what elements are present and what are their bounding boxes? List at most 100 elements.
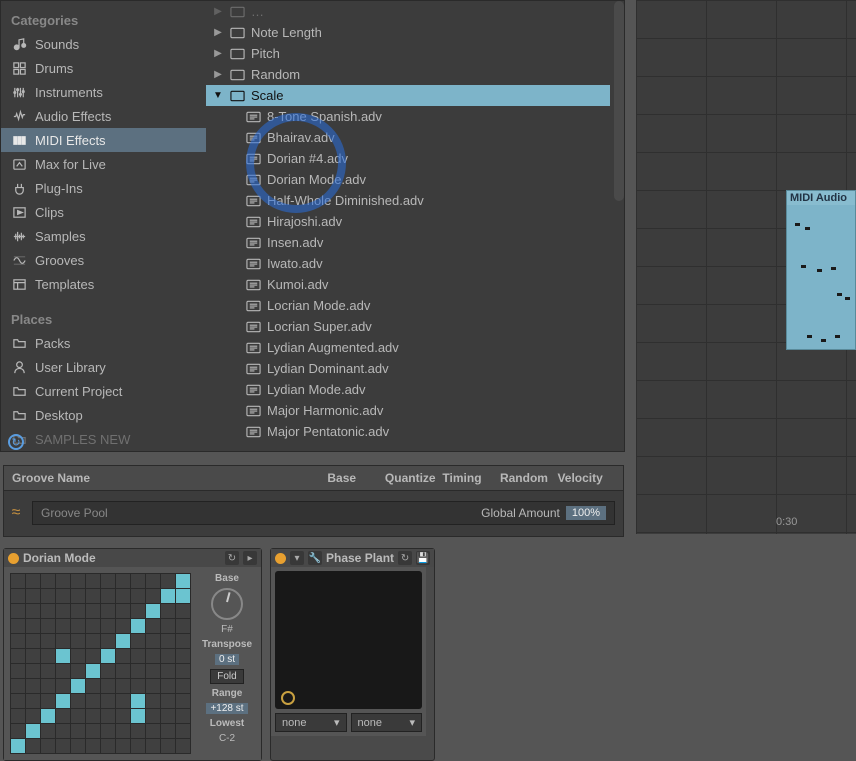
sidebar-item-midi-effects[interactable]: MIDI Effects xyxy=(1,128,206,152)
scale-cell[interactable] xyxy=(11,634,25,648)
scale-cell[interactable] xyxy=(101,574,115,588)
scale-cell[interactable] xyxy=(116,694,130,708)
scale-cell[interactable] xyxy=(71,589,85,603)
sidebar-item-plug-ins[interactable]: Plug-Ins xyxy=(1,176,206,200)
preset-row[interactable]: Lydian Mode.adv xyxy=(206,379,610,400)
scale-cell[interactable] xyxy=(26,574,40,588)
disclosure-triangle-icon[interactable]: ▼ xyxy=(212,90,224,101)
scale-cell[interactable] xyxy=(116,679,130,693)
scale-cell[interactable] xyxy=(176,649,190,663)
scale-cell[interactable] xyxy=(101,664,115,678)
scale-cell[interactable] xyxy=(146,739,160,753)
scale-grid[interactable] xyxy=(10,573,191,754)
scale-cell[interactable] xyxy=(26,619,40,633)
scale-cell[interactable] xyxy=(161,694,175,708)
scale-cell[interactable] xyxy=(176,724,190,738)
scale-cell[interactable] xyxy=(116,589,130,603)
scale-cell[interactable] xyxy=(101,649,115,663)
scale-cell[interactable] xyxy=(56,649,70,663)
preset-row[interactable]: Lydian Dominant.adv xyxy=(206,358,610,379)
scale-cell[interactable] xyxy=(86,574,100,588)
scale-cell[interactable] xyxy=(11,619,25,633)
scale-cell[interactable] xyxy=(71,574,85,588)
scale-cell[interactable] xyxy=(146,679,160,693)
scale-cell[interactable] xyxy=(56,679,70,693)
scale-cell[interactable] xyxy=(86,679,100,693)
preset-row[interactable]: Iwato.adv xyxy=(206,253,610,274)
sidebar-item-grooves[interactable]: Grooves xyxy=(1,248,206,272)
scale-cell[interactable] xyxy=(86,589,100,603)
scale-cell[interactable] xyxy=(176,679,190,693)
scale-cell[interactable] xyxy=(101,634,115,648)
scale-cell[interactable] xyxy=(41,619,55,633)
place-item-desktop[interactable]: Desktop xyxy=(1,403,206,427)
scale-cell[interactable] xyxy=(71,664,85,678)
scale-cell[interactable] xyxy=(161,739,175,753)
scale-cell[interactable] xyxy=(71,604,85,618)
scale-cell[interactable] xyxy=(161,604,175,618)
scale-cell[interactable] xyxy=(101,724,115,738)
scale-cell[interactable] xyxy=(26,589,40,603)
sidebar-item-instruments[interactable]: Instruments xyxy=(1,80,206,104)
scale-cell[interactable] xyxy=(131,709,145,723)
preset-row[interactable]: Bhairav.adv xyxy=(206,127,610,148)
scale-cell[interactable] xyxy=(71,649,85,663)
scale-cell[interactable] xyxy=(41,649,55,663)
sidebar-item-clips[interactable]: Clips xyxy=(1,200,206,224)
disclosure-triangle-icon[interactable]: ▶ xyxy=(212,48,224,59)
scale-cell[interactable] xyxy=(86,649,100,663)
scale-cell[interactable] xyxy=(161,709,175,723)
scale-cell[interactable] xyxy=(116,634,130,648)
scale-cell[interactable] xyxy=(86,709,100,723)
scale-cell[interactable] xyxy=(86,604,100,618)
scale-cell[interactable] xyxy=(11,724,25,738)
groove-pool-dropzone[interactable]: Groove Pool Global Amount 100% xyxy=(32,501,615,525)
preset-row[interactable]: Insen.adv xyxy=(206,232,610,253)
scale-cell[interactable] xyxy=(26,679,40,693)
sidebar-item-samples[interactable]: Samples xyxy=(1,224,206,248)
folder-row[interactable]: ▶Random xyxy=(206,64,610,85)
scale-cell[interactable] xyxy=(161,619,175,633)
scale-cell[interactable] xyxy=(176,739,190,753)
sidebar-item-sounds[interactable]: Sounds xyxy=(1,32,206,56)
scale-cell[interactable] xyxy=(11,739,25,753)
scale-cell[interactable] xyxy=(116,664,130,678)
scale-cell[interactable] xyxy=(116,724,130,738)
global-amount-value[interactable]: 100% xyxy=(566,506,606,520)
scale-cell[interactable] xyxy=(146,724,160,738)
scale-cell[interactable] xyxy=(131,679,145,693)
scale-cell[interactable] xyxy=(116,604,130,618)
scale-cell[interactable] xyxy=(26,739,40,753)
preset-row[interactable]: Dorian #4.adv xyxy=(206,148,610,169)
arrangement-view[interactable]: MIDI Audio 0:30 xyxy=(636,0,856,534)
scale-cell[interactable] xyxy=(116,709,130,723)
scale-cell[interactable] xyxy=(26,694,40,708)
preset-row[interactable]: Half-Whole Diminished.adv xyxy=(206,190,610,211)
scale-cell[interactable] xyxy=(11,574,25,588)
scale-cell[interactable] xyxy=(131,739,145,753)
scale-cell[interactable] xyxy=(56,724,70,738)
scale-cell[interactable] xyxy=(176,619,190,633)
scale-cell[interactable] xyxy=(146,574,160,588)
scale-cell[interactable] xyxy=(86,664,100,678)
device-activator[interactable] xyxy=(8,553,19,564)
folder-row[interactable]: ▶… xyxy=(206,1,610,22)
scale-cell[interactable] xyxy=(101,694,115,708)
scale-cell[interactable] xyxy=(176,589,190,603)
device-activator[interactable] xyxy=(275,553,286,564)
sidebar-item-drums[interactable]: Drums xyxy=(1,56,206,80)
folder-row[interactable]: ▶Pitch xyxy=(206,43,610,64)
scale-cell[interactable] xyxy=(41,634,55,648)
scale-cell[interactable] xyxy=(146,694,160,708)
clip-name[interactable]: MIDI Audio xyxy=(787,191,855,205)
preset-row[interactable]: Locrian Super.adv xyxy=(206,316,610,337)
scale-cell[interactable] xyxy=(176,574,190,588)
scale-cell[interactable] xyxy=(71,679,85,693)
scale-cell[interactable] xyxy=(146,589,160,603)
scrollbar[interactable] xyxy=(614,1,624,201)
transpose-value[interactable]: 0 st xyxy=(215,654,239,665)
disclosure-triangle-icon[interactable]: ▶ xyxy=(212,27,224,38)
scale-cell[interactable] xyxy=(71,724,85,738)
scale-cell[interactable] xyxy=(161,589,175,603)
preset-row[interactable]: Hirajoshi.adv xyxy=(206,211,610,232)
